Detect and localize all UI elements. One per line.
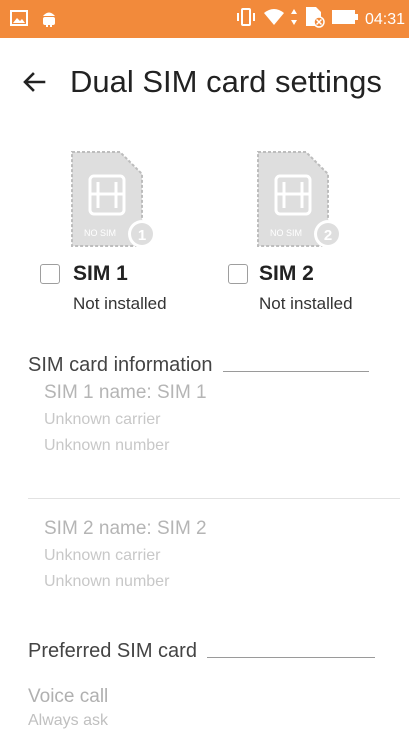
arrow-back-icon[interactable] — [20, 68, 48, 96]
voice-call-title: Voice call — [28, 686, 109, 707]
page-title: Dual SIM card settings — [70, 64, 382, 99]
app-bar: Dual SIM card settings — [0, 38, 409, 124]
sim2-name: SIM 2 name: SIM 2 — [44, 518, 207, 539]
sim2-badge: 2 — [324, 227, 332, 244]
status-bar-right: 04:31 — [235, 6, 405, 33]
wifi-icon — [263, 8, 285, 31]
sim2-status: Not installed — [259, 294, 353, 313]
sim2-info-item[interactable]: SIM 2 name: SIM 2 Unknown carrier Unknow… — [0, 500, 409, 610]
sim1-status: Not installed — [73, 294, 167, 313]
no-sim-icon — [303, 6, 325, 33]
sim-info-divider — [28, 498, 400, 499]
sim1-badge: 1 — [138, 227, 146, 244]
battery-icon — [331, 9, 359, 30]
preferred-header-label: Preferred SIM card — [28, 640, 197, 662]
voice-call-value: Always ask — [28, 712, 109, 729]
data-arrows-icon — [290, 8, 297, 31]
android-icon — [40, 8, 58, 33]
sim2-card-image: NO SIM 2 — [256, 150, 346, 254]
sim2-label: SIM 2 — [259, 262, 314, 285]
sim1-no-sim-text: NO SIM — [84, 228, 116, 238]
sim1-name: SIM 1 name: SIM 1 — [44, 382, 207, 403]
status-bar: 04:31 — [0, 0, 409, 38]
sim1-card-image: NO SIM 1 — [70, 150, 160, 254]
sim1-number: Unknown number — [44, 437, 170, 454]
sim2-checkbox[interactable] — [228, 264, 248, 284]
sim-info-header-line — [222, 371, 369, 372]
status-bar-left — [10, 8, 58, 33]
gallery-icon — [10, 9, 28, 32]
sim2-number: Unknown number — [44, 573, 170, 590]
sim2-carrier: Unknown carrier — [44, 547, 161, 564]
preferred-header: Preferred SIM card — [28, 640, 375, 663]
vibrate-icon — [235, 7, 257, 32]
sim1-checkbox[interactable] — [40, 264, 60, 284]
status-time: 04:31 — [364, 10, 405, 28]
sim1-label: SIM 1 — [73, 262, 128, 285]
sim1-info-item[interactable]: SIM 1 name: SIM 1 Unknown carrier Unknow… — [0, 374, 409, 498]
voice-call-setting[interactable]: Voice call Always ask — [0, 680, 409, 729]
sim2-no-sim-text: NO SIM — [270, 228, 302, 238]
preferred-header-line — [206, 657, 375, 658]
sim1-carrier: Unknown carrier — [44, 411, 161, 428]
